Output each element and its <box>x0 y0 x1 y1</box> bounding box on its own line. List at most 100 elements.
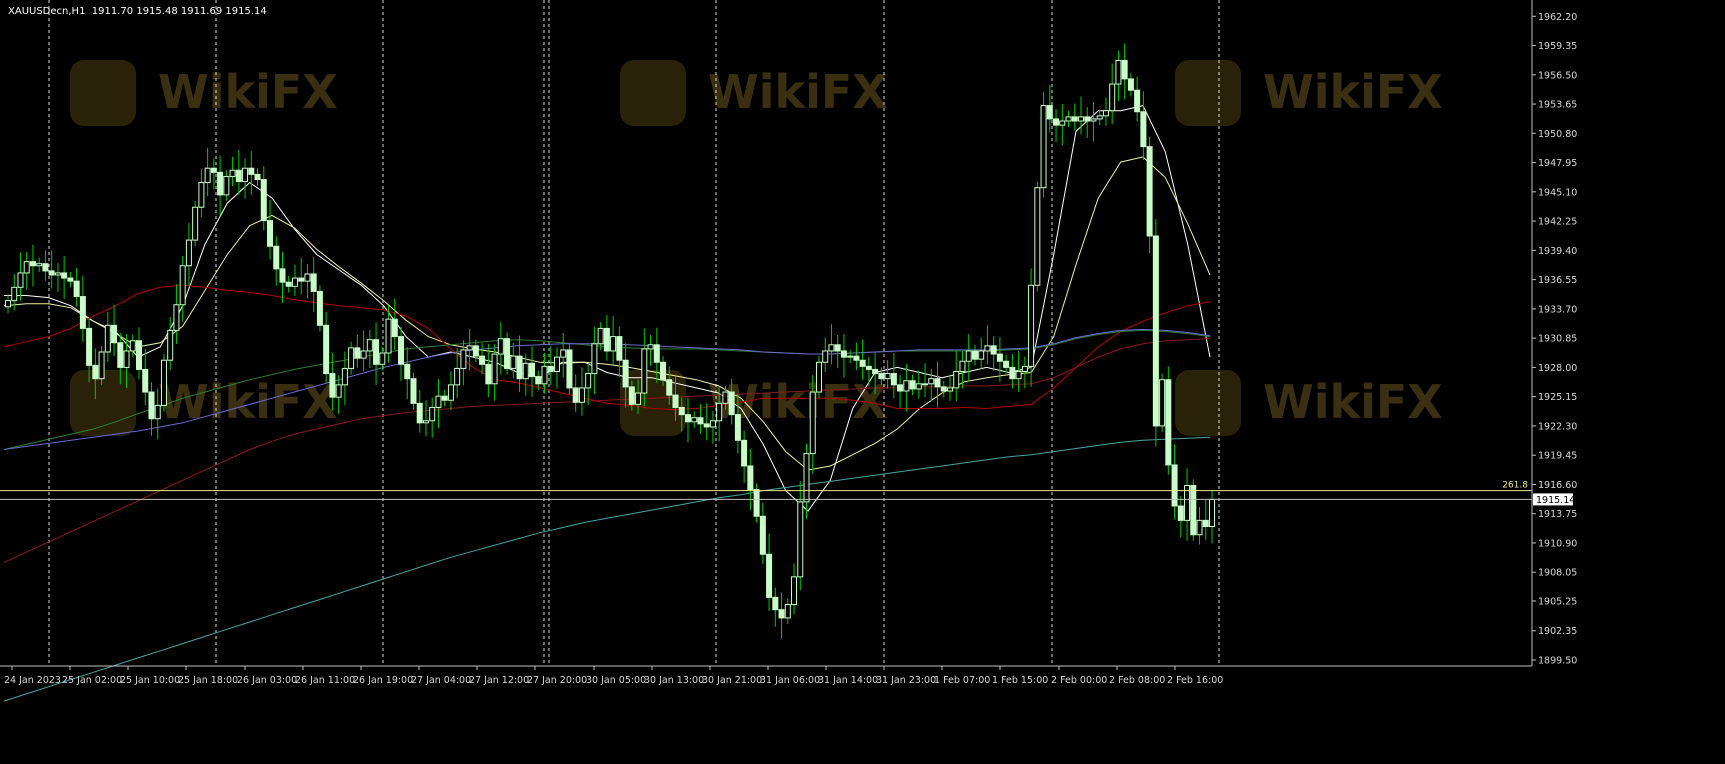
candle <box>828 324 835 365</box>
candle <box>890 353 897 399</box>
candle <box>647 335 654 366</box>
candle <box>179 255 186 322</box>
time-tick-label: 24 Jan 2023 <box>4 675 61 686</box>
candle <box>903 363 910 412</box>
candle <box>435 379 442 428</box>
candle-body <box>1084 116 1091 122</box>
candle <box>859 339 866 380</box>
watermark-logo-icon <box>620 60 686 126</box>
candle <box>54 263 61 292</box>
candle <box>1059 104 1066 146</box>
candle <box>229 156 236 187</box>
candle-body <box>728 391 735 416</box>
candle <box>173 284 180 344</box>
time-tick-label: 31 Jan 23:00 <box>876 675 936 686</box>
candle-body <box>117 342 124 368</box>
candle-body <box>136 340 143 370</box>
candle-body <box>447 384 454 401</box>
candle <box>772 587 779 627</box>
candle <box>373 322 380 385</box>
candle <box>572 374 579 413</box>
candle <box>429 397 436 438</box>
candle-body <box>560 349 567 358</box>
candle-body <box>691 417 698 423</box>
candle <box>323 311 330 384</box>
candle-body <box>192 206 199 241</box>
candle-body <box>809 391 816 455</box>
candle-body <box>1053 118 1060 126</box>
candle-body <box>79 296 86 329</box>
candle <box>1003 355 1010 374</box>
candle <box>5 294 11 313</box>
candle-body <box>148 391 155 420</box>
time-tick-label: 30 Jan 21:00 <box>702 675 762 686</box>
candle <box>104 311 111 362</box>
candle <box>1190 479 1197 541</box>
candle-body <box>279 268 286 283</box>
candle-body <box>635 392 642 405</box>
price-tick-label: 1945.10 <box>1538 187 1577 198</box>
candle <box>267 200 274 260</box>
candle-body <box>766 553 773 598</box>
candle-body <box>441 395 448 401</box>
candle <box>591 326 598 395</box>
candle <box>1165 366 1172 475</box>
candle-body <box>628 386 635 405</box>
candle-body <box>1196 519 1203 536</box>
candle-body <box>435 395 442 408</box>
candle-body <box>73 280 80 298</box>
time-tick-label: 2 Feb 00:00 <box>1051 675 1107 686</box>
price-tick-label: 1953.65 <box>1538 100 1577 111</box>
candle <box>160 354 167 412</box>
candle <box>1109 63 1116 125</box>
candle <box>791 563 798 615</box>
candle-body <box>1090 118 1097 122</box>
candle-body <box>1003 360 1010 368</box>
candle <box>447 371 454 411</box>
candle-body <box>984 345 991 352</box>
candle <box>741 430 748 483</box>
candle-body <box>1146 146 1153 237</box>
candle-body <box>647 344 654 350</box>
candle-body <box>784 604 791 619</box>
candle-body <box>884 373 891 380</box>
candle-body <box>591 343 598 375</box>
candle-body <box>167 329 174 361</box>
candle <box>1196 507 1203 545</box>
watermark-text: WikiFX <box>1263 375 1443 429</box>
candle-body <box>828 344 835 352</box>
candle-body <box>922 383 929 386</box>
candle <box>1102 97 1109 126</box>
candle <box>784 598 791 625</box>
candle <box>553 347 560 389</box>
candle <box>366 329 373 368</box>
candle <box>279 251 286 303</box>
candle <box>1121 43 1128 100</box>
candle-body <box>479 355 486 365</box>
price-chart[interactable]: WikiFX WikiFX WikiFXWikiFX WikiFX WikiFX 261… <box>0 0 1725 764</box>
candle-body <box>198 182 205 208</box>
moving-average-line <box>3 436 1211 702</box>
candle-body <box>391 318 398 338</box>
candle-body <box>840 350 847 358</box>
candle <box>1146 136 1153 253</box>
candle <box>61 255 68 299</box>
candle <box>148 382 155 436</box>
candle <box>79 276 86 342</box>
candle-body <box>485 363 492 385</box>
candle-body <box>610 336 617 352</box>
candle-body <box>98 351 105 380</box>
candle-body <box>772 596 779 611</box>
candle-body <box>497 338 504 355</box>
candle-body <box>123 350 130 368</box>
candle <box>529 346 536 398</box>
candle-body <box>529 362 536 378</box>
candle-body <box>872 368 879 375</box>
candle <box>928 368 935 401</box>
candle-body <box>859 359 866 367</box>
price-tick-label: 1950.80 <box>1538 129 1577 140</box>
candle-body <box>709 420 716 428</box>
candle <box>610 316 617 365</box>
candle-body <box>11 286 18 302</box>
time-tick-label: 30 Jan 05:00 <box>586 675 646 686</box>
